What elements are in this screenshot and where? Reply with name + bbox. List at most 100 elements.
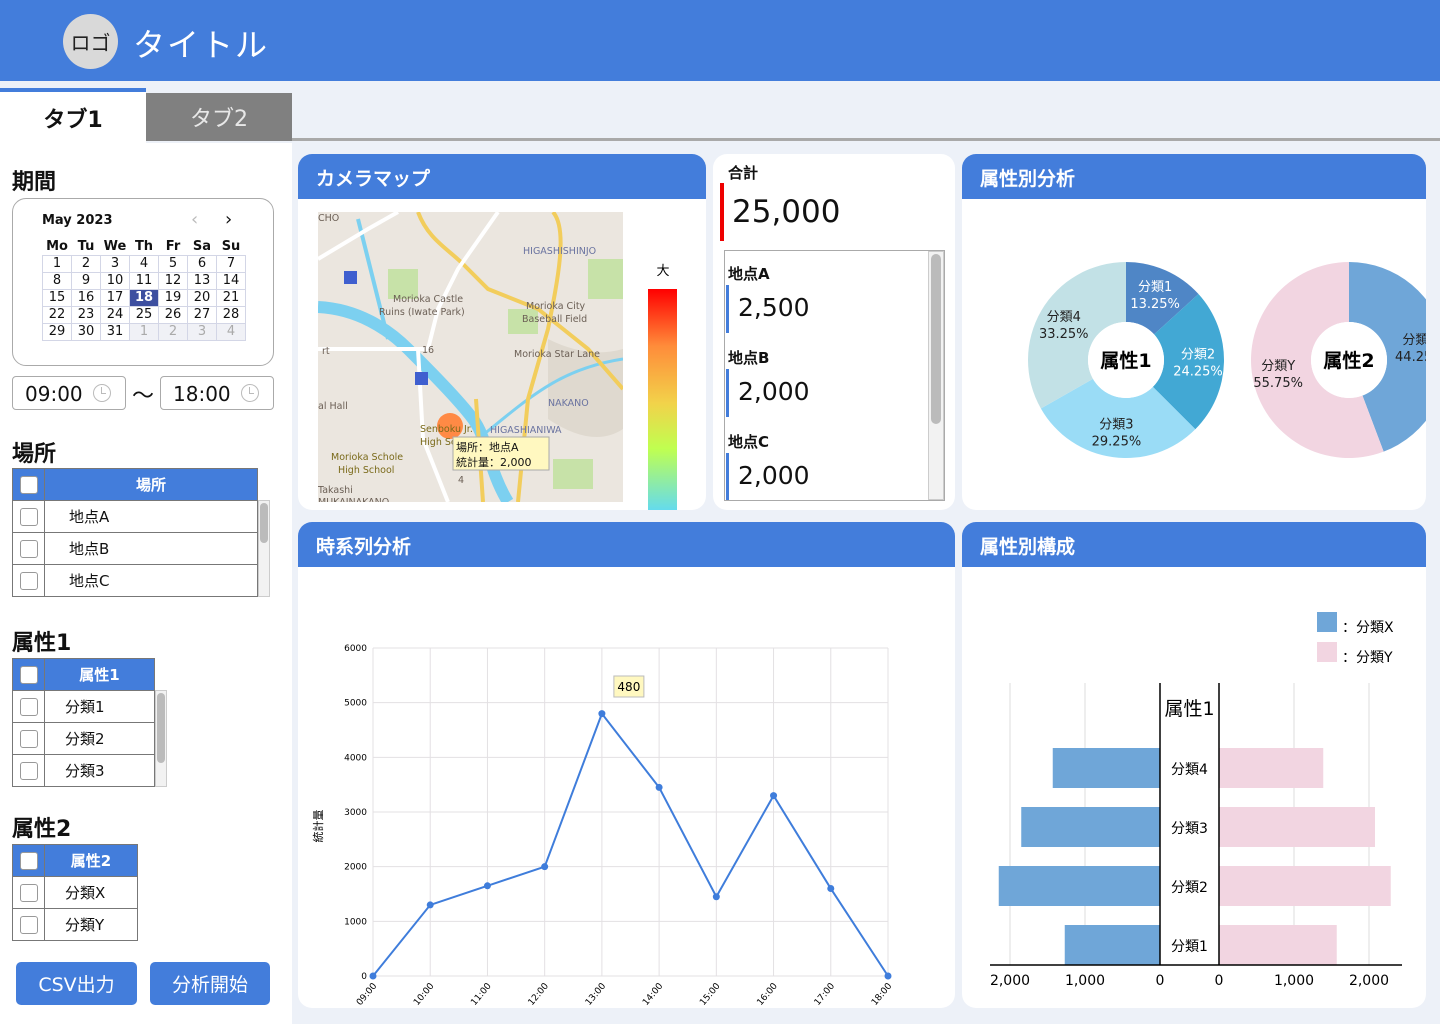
select-all-checkbox[interactable] bbox=[19, 851, 38, 870]
calendar-day[interactable]: 28 bbox=[216, 305, 246, 324]
calendar-day[interactable]: 7 bbox=[216, 254, 246, 273]
x-tick-label: 1,000 bbox=[1274, 973, 1314, 989]
calendar-day[interactable]: 1 bbox=[129, 322, 159, 341]
y-tick-label: 0 bbox=[361, 972, 367, 982]
weekday-label: Th bbox=[134, 239, 154, 255]
calendar-day[interactable]: 5 bbox=[158, 254, 188, 273]
x-tick-label: 17:00 bbox=[813, 981, 838, 1008]
place-total-label: 地点C bbox=[728, 433, 770, 451]
checkbox[interactable] bbox=[19, 729, 38, 748]
x-tick-label: 12:00 bbox=[527, 981, 552, 1008]
x-tick-label: 15:00 bbox=[698, 981, 723, 1008]
x-tick-label: 09:00 bbox=[355, 981, 380, 1008]
calendar-day[interactable]: 2 bbox=[158, 322, 188, 341]
category-label: 分類4 bbox=[1171, 762, 1208, 778]
weekday-label: Su bbox=[221, 239, 241, 255]
checkbox[interactable] bbox=[19, 539, 38, 558]
tab-1[interactable]: タブ1 bbox=[0, 88, 146, 143]
card-title: 属性別構成 bbox=[962, 522, 1426, 567]
table-row[interactable]: 地点B bbox=[12, 532, 258, 565]
calendar-day[interactable]: 29 bbox=[42, 322, 72, 341]
column-header: 属性2 bbox=[44, 844, 138, 877]
calendar-day[interactable]: 21 bbox=[216, 288, 246, 307]
calendar-day[interactable]: 3 bbox=[100, 254, 130, 273]
calendar-day[interactable]: 8 bbox=[42, 271, 72, 290]
checkbox[interactable] bbox=[19, 507, 38, 526]
legend-label: ：分類Y bbox=[1342, 650, 1393, 666]
map-label: Morioka Star Lane bbox=[514, 349, 600, 360]
calendar-day[interactable]: 11 bbox=[129, 271, 159, 290]
checkbox[interactable] bbox=[19, 761, 38, 780]
select-all-checkbox[interactable] bbox=[19, 665, 38, 684]
calendar-day[interactable]: 16 bbox=[71, 288, 101, 307]
table-row[interactable]: 分類X bbox=[12, 876, 138, 909]
scrollbar[interactable] bbox=[928, 251, 944, 500]
chevron-right-icon[interactable]: › bbox=[225, 209, 232, 230]
calendar-day[interactable]: 17 bbox=[100, 288, 130, 307]
tab-2[interactable]: タブ2 bbox=[146, 93, 292, 141]
calendar-day[interactable]: 2 bbox=[71, 254, 101, 273]
scrollbar[interactable] bbox=[258, 500, 270, 597]
calendar-day[interactable]: 4 bbox=[129, 254, 159, 273]
calendar-day[interactable]: 24 bbox=[100, 305, 130, 324]
calendar-day[interactable]: 23 bbox=[71, 305, 101, 324]
map[interactable]: HIGASHISHINJO Morioka Castle Ruins (Iwate … bbox=[298, 199, 706, 510]
attr2-title: 属性2 bbox=[12, 817, 72, 842]
calendar-day[interactable]: 26 bbox=[158, 305, 188, 324]
clock-icon[interactable] bbox=[93, 384, 111, 402]
table-row[interactable]: 分類Y bbox=[12, 908, 138, 941]
bar-x bbox=[1052, 748, 1160, 788]
place-label: 地点A bbox=[44, 500, 258, 533]
clock-icon[interactable] bbox=[241, 384, 259, 402]
table-row[interactable]: 地点A bbox=[12, 500, 258, 533]
calendar-day[interactable]: 6 bbox=[187, 254, 217, 273]
calendar-day[interactable]: 12 bbox=[158, 271, 188, 290]
calendar-day[interactable]: 27 bbox=[187, 305, 217, 324]
calendar-day[interactable]: 15 bbox=[42, 288, 72, 307]
calendar-day[interactable]: 19 bbox=[158, 288, 188, 307]
calendar-day[interactable]: 25 bbox=[129, 305, 159, 324]
scrollbar[interactable] bbox=[155, 690, 167, 787]
time-separator: 〜 bbox=[132, 384, 155, 409]
calendar-day[interactable]: 20 bbox=[187, 288, 217, 307]
attr1-title: 属性1 bbox=[12, 631, 72, 656]
table-row[interactable]: 分類2 bbox=[12, 722, 155, 755]
place-label: 地点B bbox=[44, 532, 258, 565]
calendar-day[interactable]: 18 bbox=[129, 288, 159, 307]
y-tick-label: 1000 bbox=[344, 917, 367, 927]
category-label: 分類3 bbox=[1171, 821, 1208, 837]
calendar-day[interactable]: 22 bbox=[42, 305, 72, 324]
calendar-day[interactable]: 10 bbox=[100, 271, 130, 290]
map-label: 16 bbox=[422, 345, 434, 356]
select-all-checkbox[interactable] bbox=[19, 475, 38, 494]
calendar-day[interactable]: 3 bbox=[187, 322, 217, 341]
calendar-day[interactable]: 31 bbox=[100, 322, 130, 341]
time-to-input[interactable]: 18:00 bbox=[160, 376, 274, 410]
map-label: MUKAINAKANO bbox=[318, 497, 389, 508]
table-row[interactable]: 分類1 bbox=[12, 690, 155, 723]
x-tick-label: 1,000 bbox=[1065, 973, 1105, 989]
map-label: CHO bbox=[318, 213, 339, 224]
calendar-day[interactable]: 9 bbox=[71, 271, 101, 290]
calendar: May 2023 ‹ › Mo Tu We Th Fr Sa Su 1 2 3 4 5 6 7 8 9 10 11… bbox=[12, 198, 274, 366]
table-row[interactable]: 分類3 bbox=[12, 754, 155, 787]
start-analysis-button[interactable]: 分析開始 bbox=[150, 962, 270, 1005]
calendar-day[interactable]: 13 bbox=[187, 271, 217, 290]
calendar-day[interactable]: 30 bbox=[71, 322, 101, 341]
slice-percent: 13.25% bbox=[1130, 297, 1180, 312]
csv-export-button[interactable]: CSV出力 bbox=[16, 962, 137, 1005]
x-tick-label: 0 bbox=[1156, 973, 1165, 989]
bar-y bbox=[1219, 925, 1337, 965]
table-row[interactable]: 地点C bbox=[12, 564, 258, 597]
time-from-input[interactable]: 09:00 bbox=[12, 376, 126, 410]
checkbox[interactable] bbox=[19, 571, 38, 590]
checkbox[interactable] bbox=[19, 883, 38, 902]
calendar-day[interactable]: 1 bbox=[42, 254, 72, 273]
calendar-day[interactable]: 4 bbox=[216, 322, 246, 341]
checkbox[interactable] bbox=[19, 915, 38, 934]
checkbox[interactable] bbox=[19, 697, 38, 716]
bar-x bbox=[1021, 807, 1160, 847]
calendar-day[interactable]: 14 bbox=[216, 271, 246, 290]
card-title: 属性別分析 bbox=[962, 154, 1426, 199]
chevron-left-icon[interactable]: ‹ bbox=[191, 209, 198, 230]
